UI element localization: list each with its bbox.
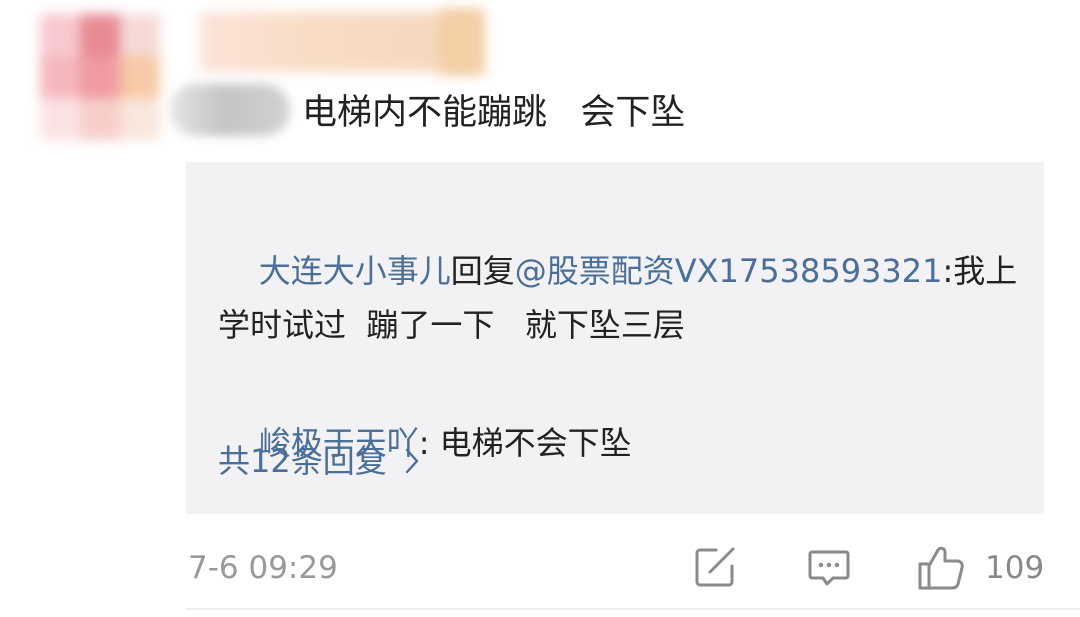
reply-mention[interactable]: @股票配资VX17538593321 [515,252,943,290]
blurred-username[interactable] [170,84,290,136]
chevron-right-icon [405,448,418,474]
avatar[interactable] [40,14,160,140]
like-count: 109 [985,550,1045,586]
blurred-badge [440,10,484,74]
reply-connector: 回复 [450,252,515,290]
reply-username[interactable]: 大连大小事儿 [259,252,451,290]
thumbs-up-icon [918,546,964,590]
reply-text: : 电梯不会下坠 [418,424,632,462]
edit-button[interactable] [692,544,738,594]
more-replies-link[interactable]: 共12条回复 [218,434,419,488]
divider [186,608,1080,610]
edit-icon [695,547,735,587]
more-replies-label: 共12条回复 [218,442,387,480]
comment-icon [808,550,850,586]
blurred-username-top [200,12,480,72]
timestamp: 7-6 09:29 [188,550,338,586]
comment-text: 电梯内不能蹦跳 会下坠 [302,93,686,133]
replies-panel[interactable]: 大连大小事儿回复@股票配资VX17538593321:我上学时试过 蹦了一下 就… [186,162,1044,514]
like-button[interactable] [916,544,966,596]
comment-button[interactable] [806,544,852,594]
